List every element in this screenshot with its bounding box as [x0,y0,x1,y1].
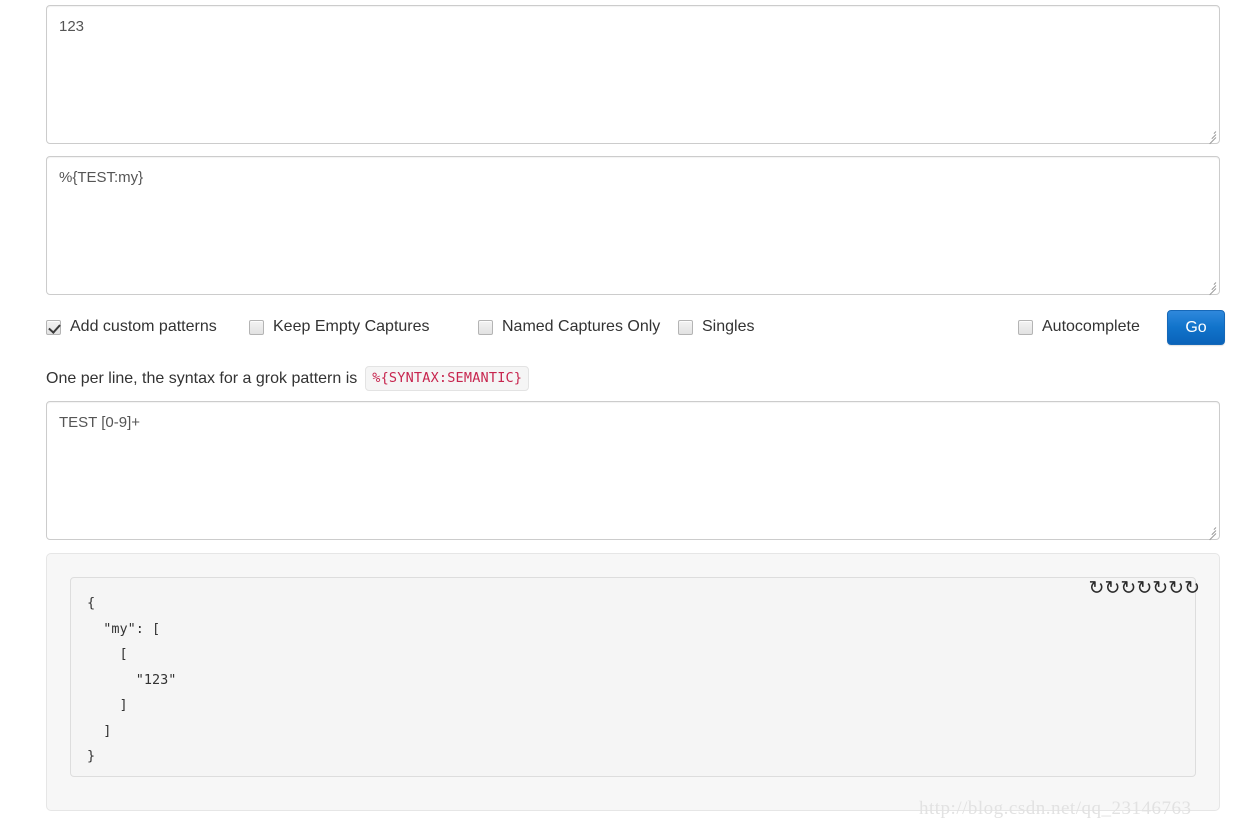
checkbox-box-icon[interactable] [1018,319,1033,335]
pattern-textarea-container [46,156,1220,296]
grok-debugger-page: Add custom patterns Keep Empty Captures … [0,0,1258,829]
checkbox-autocomplete[interactable]: Autocomplete [1018,311,1140,343]
loading-spinner-icon: ↻ ↻ ↻ ↻ ↻ ↻ ↻ [1088,578,1200,599]
custom-patterns-textarea[interactable] [46,401,1220,540]
input-textarea-container [46,5,1220,145]
spinner-glyph-icon: ↻ [1184,578,1200,599]
spinner-glyph-icon: ↻ [1168,578,1184,599]
checkbox-label: Keep Empty Captures [273,318,430,335]
options-row: Add custom patterns Keep Empty Captures … [46,310,1225,347]
checkbox-box-icon[interactable] [678,319,693,335]
help-line: One per line, the syntax for a grok patt… [46,366,530,391]
sample-input-textarea[interactable] [46,5,1220,144]
spinner-glyph-icon: ↻ [1104,578,1120,599]
checkbox-named-captures-only[interactable]: Named Captures Only [478,311,660,343]
spinner-glyph-icon: ↻ [1152,578,1168,599]
checkbox-singles[interactable]: Singles [678,311,754,343]
go-button[interactable]: Go [1167,310,1225,345]
checkbox-box-icon[interactable] [249,319,264,335]
spinner-glyph-icon: ↻ [1136,578,1152,599]
help-text: One per line, the syntax for a grok patt… [46,369,358,387]
checkbox-label: Named Captures Only [502,318,661,335]
custom-patterns-textarea-container [46,401,1220,541]
spinner-glyph-icon: ↻ [1120,578,1136,599]
spinner-glyph-icon: ↻ [1088,578,1105,599]
checkbox-box-icon[interactable] [478,319,493,335]
result-panel: { "my": [ [ "123" ] ] } ↻ ↻ ↻ ↻ ↻ ↻ ↻ [46,553,1220,811]
checkbox-label: Autocomplete [1042,318,1140,335]
checkbox-add-custom-patterns[interactable]: Add custom patterns [46,311,217,343]
grok-syntax-code: %{SYNTAX:SEMANTIC} [365,366,530,391]
checkbox-keep-empty-captures[interactable]: Keep Empty Captures [249,311,430,343]
grok-pattern-textarea[interactable] [46,156,1220,295]
result-output-container: { "my": [ [ "123" ] ] } [70,577,1196,777]
json-result-output: { "my": [ [ "123" ] ] } [70,577,1196,777]
checkbox-label: Singles [702,318,755,335]
watermark-text: http://blog.csdn.net/qq_23146763 [919,798,1192,819]
checkbox-box-icon[interactable] [46,319,61,335]
checkbox-label: Add custom patterns [70,318,217,335]
